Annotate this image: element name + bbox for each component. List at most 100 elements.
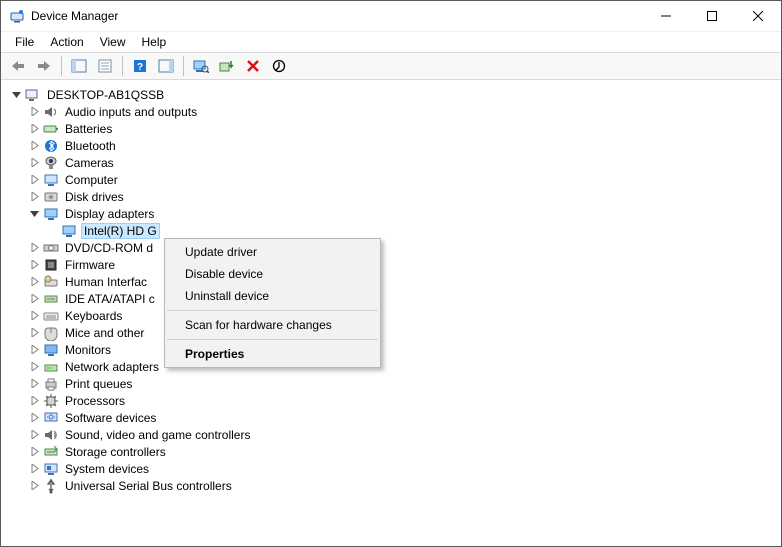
softdev-icon	[43, 410, 59, 426]
menu-help[interactable]: Help	[134, 33, 175, 51]
category-storage[interactable]: Storage controllers	[9, 443, 781, 460]
processors-icon	[43, 393, 59, 409]
tree-root[interactable]: DESKTOP-AB1QSSB	[9, 86, 781, 103]
collapse-icon[interactable]	[27, 207, 41, 221]
expand-icon[interactable]	[27, 377, 41, 391]
menu-view[interactable]: View	[92, 33, 134, 51]
toolbar-separator	[61, 56, 62, 76]
expand-icon[interactable]	[27, 326, 41, 340]
ctx-properties[interactable]: Properties	[165, 343, 380, 365]
expand-icon[interactable]	[27, 445, 41, 459]
storage-icon	[43, 444, 59, 460]
expand-icon[interactable]	[27, 122, 41, 136]
expand-icon[interactable]	[27, 292, 41, 306]
ctx-separator	[167, 310, 378, 311]
minimize-button[interactable]	[643, 1, 689, 31]
ctx-disable-device[interactable]: Disable device	[165, 263, 380, 285]
menubar: File Action View Help	[1, 31, 781, 52]
menu-action[interactable]: Action	[42, 33, 91, 51]
expand-icon[interactable]	[27, 428, 41, 442]
computer-icon	[43, 172, 59, 188]
expand-icon[interactable]	[27, 105, 41, 119]
expand-icon[interactable]	[27, 309, 41, 323]
forward-button[interactable]	[32, 54, 56, 78]
category-label: Keyboards	[63, 308, 124, 324]
ctx-uninstall-device[interactable]: Uninstall device	[165, 285, 380, 307]
toolbar-separator	[122, 56, 123, 76]
ctx-scan-hardware[interactable]: Scan for hardware changes	[165, 314, 380, 336]
show-hide-tree-button[interactable]	[67, 54, 91, 78]
close-button[interactable]	[735, 1, 781, 31]
category-computer[interactable]: Computer	[9, 171, 781, 188]
category-keyboards[interactable]: Keyboards	[9, 307, 781, 324]
category-monitors[interactable]: Monitors	[9, 341, 781, 358]
expand-icon[interactable]	[27, 258, 41, 272]
ctx-update-driver[interactable]: Update driver	[165, 241, 380, 263]
expand-icon[interactable]	[27, 394, 41, 408]
computer-root-icon	[25, 87, 41, 103]
category-sysdev[interactable]: System devices	[9, 460, 781, 477]
category-firmware[interactable]: Firmware	[9, 256, 781, 273]
category-bluetooth[interactable]: Bluetooth	[9, 137, 781, 154]
expand-icon[interactable]	[27, 190, 41, 204]
cameras-icon	[43, 155, 59, 171]
action-pane-button[interactable]	[154, 54, 178, 78]
category-printq[interactable]: Print queues	[9, 375, 781, 392]
help-button[interactable]: ?	[128, 54, 152, 78]
category-label: IDE ATA/ATAPI c	[63, 291, 157, 307]
expand-icon[interactable]	[27, 139, 41, 153]
maximize-button[interactable]	[689, 1, 735, 31]
category-cameras[interactable]: Cameras	[9, 154, 781, 171]
window-frame: Device Manager File Action View Help ?	[0, 0, 782, 547]
expand-icon[interactable]	[27, 343, 41, 357]
expand-icon[interactable]	[27, 462, 41, 476]
category-mice[interactable]: Mice and other	[9, 324, 781, 341]
expand-icon[interactable]	[27, 275, 41, 289]
expand-icon[interactable]	[27, 173, 41, 187]
device-label: Intel(R) HD G	[81, 223, 160, 239]
mice-icon	[43, 325, 59, 341]
usb-icon	[43, 478, 59, 494]
network-icon	[43, 359, 59, 375]
category-label: DVD/CD-ROM d	[63, 240, 155, 256]
category-batteries[interactable]: Batteries	[9, 120, 781, 137]
category-usb[interactable]: Universal Serial Bus controllers	[9, 477, 781, 494]
device-tree[interactable]: DESKTOP-AB1QSSB Audio inputs and outputs…	[1, 80, 781, 546]
hid-icon	[43, 274, 59, 290]
properties-button[interactable]	[93, 54, 117, 78]
category-disk[interactable]: Disk drives	[9, 188, 781, 205]
category-display[interactable]: Display adapters	[9, 205, 781, 222]
update-driver-button[interactable]	[215, 54, 239, 78]
keyboards-icon	[43, 308, 59, 324]
category-label: Batteries	[63, 121, 114, 137]
category-label: Monitors	[63, 342, 113, 358]
category-label: Firmware	[63, 257, 117, 273]
category-processors[interactable]: Processors	[9, 392, 781, 409]
display-icon	[61, 223, 77, 239]
category-softdev[interactable]: Software devices	[9, 409, 781, 426]
category-sound[interactable]: Sound, video and game controllers	[9, 426, 781, 443]
disable-button[interactable]	[267, 54, 291, 78]
category-label: Software devices	[63, 410, 158, 426]
expand-icon[interactable]	[27, 156, 41, 170]
uninstall-button[interactable]	[241, 54, 265, 78]
expand-icon[interactable]	[27, 241, 41, 255]
category-audio[interactable]: Audio inputs and outputs	[9, 103, 781, 120]
menu-file[interactable]: File	[7, 33, 42, 51]
expand-icon[interactable]	[27, 479, 41, 493]
ctx-separator	[167, 339, 378, 340]
scan-hardware-button[interactable]	[189, 54, 213, 78]
expand-icon[interactable]	[27, 411, 41, 425]
disk-icon	[43, 189, 59, 205]
collapse-icon[interactable]	[9, 88, 23, 102]
expand-icon[interactable]	[27, 360, 41, 374]
audio-icon	[43, 104, 59, 120]
back-button[interactable]	[6, 54, 30, 78]
category-label: Processors	[63, 393, 127, 409]
category-ide[interactable]: IDE ATA/ATAPI c	[9, 290, 781, 307]
category-label: Network adapters	[63, 359, 161, 375]
device-display_child[interactable]: Intel(R) HD G	[9, 222, 781, 239]
category-network[interactable]: Network adapters	[9, 358, 781, 375]
category-dvd[interactable]: DVD/CD-ROM d	[9, 239, 781, 256]
category-hid[interactable]: Human Interfac	[9, 273, 781, 290]
